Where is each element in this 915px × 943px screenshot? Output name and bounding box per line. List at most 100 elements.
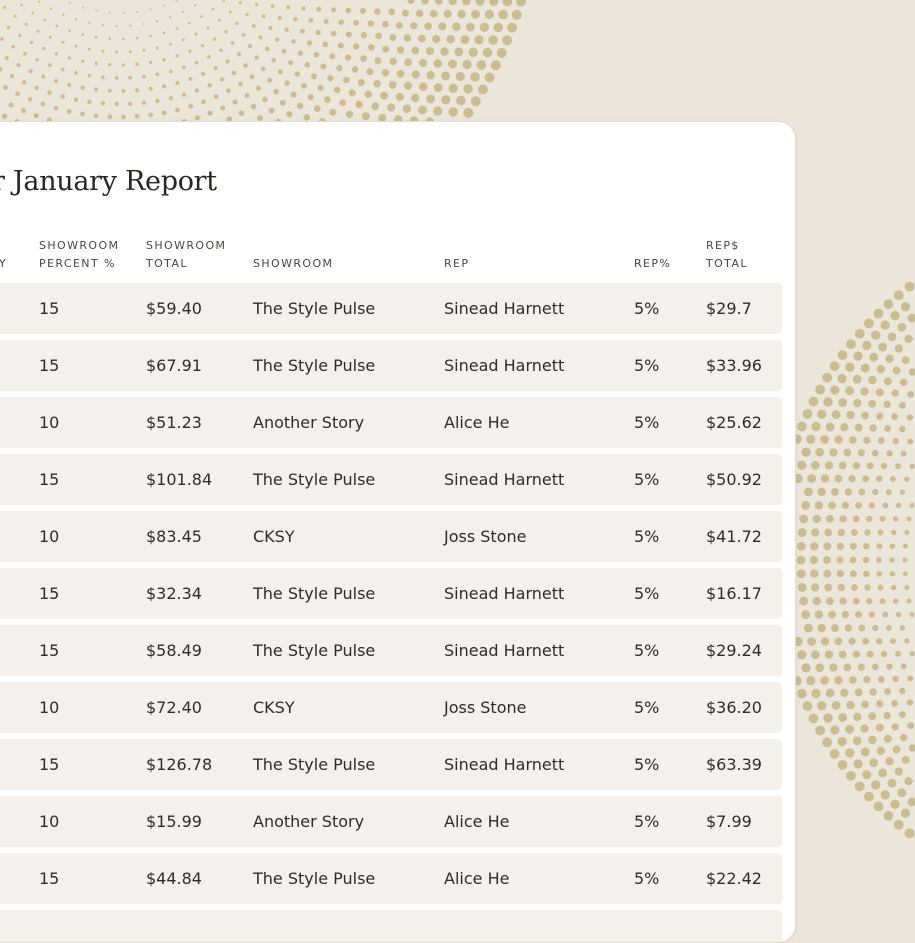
- background-dot: [93, 113, 99, 119]
- table-row[interactable]: 15 $126.78 The Style Pulse Sinead Harnet…: [0, 739, 782, 790]
- background-dot: [303, 113, 311, 121]
- table-row[interactable]: 10 $72.40 CKSY Joss Stone 5% $36.20: [0, 682, 782, 733]
- background-dot: [849, 556, 857, 564]
- background-dot: [799, 596, 809, 606]
- background-dot: [862, 340, 872, 351]
- background-dot: [333, 86, 341, 94]
- cell-rep-total: $22.42: [706, 869, 762, 888]
- background-dot: [897, 322, 907, 332]
- background-dot: [250, 103, 257, 110]
- table-row[interactable]: 10 $15.99 Another Story Alice He 5% $7.9…: [0, 796, 782, 847]
- background-dot: [448, 0, 457, 6]
- background-dot: [343, 76, 350, 84]
- background-dot: [880, 320, 890, 330]
- cell-showroom: Another Story: [253, 413, 365, 432]
- background-dot: [883, 377, 892, 386]
- background-dot: [388, 81, 397, 89]
- background-dot: [854, 688, 863, 697]
- background-dot: [323, 18, 329, 24]
- cell-rep-total: $29.24: [706, 641, 762, 660]
- background-dot: [479, 22, 490, 32]
- background-dot: [55, 24, 59, 28]
- background-dot: [493, 22, 504, 33]
- background-dot: [188, 103, 194, 109]
- background-dot: [9, 73, 15, 79]
- background-dot: [845, 386, 855, 396]
- cell-rep-percent: 5%: [634, 869, 660, 888]
- background-dot: [886, 450, 893, 457]
- background-dot: [476, 60, 487, 70]
- background-dot: [836, 556, 844, 564]
- table-row[interactable]: 10 $51.23 Another Story Alice He 5% $25.…: [0, 397, 782, 448]
- column-header-rep-total: REP$ TOTAL: [706, 237, 748, 273]
- background-dot: [882, 611, 889, 618]
- background-dot: [843, 663, 852, 672]
- background-dot: [359, 8, 366, 14]
- table-row[interactable]: 15 $101.84 The Style Pulse Sinead Harnet…: [0, 454, 782, 505]
- background-dot: [410, 22, 418, 30]
- background-dot: [149, 8, 152, 11]
- background-dot: [502, 35, 513, 46]
- background-dot: [211, 7, 215, 11]
- background-dot: [858, 624, 866, 632]
- table-row[interactable]: 15 $44.84 The Style Pulse Alice He 5% $2…: [0, 853, 782, 904]
- background-dot: [900, 663, 907, 670]
- background-dot: [387, 103, 396, 112]
- background-dot: [217, 18, 221, 22]
- background-dot: [261, 14, 266, 19]
- table-row-partial[interactable]: [0, 910, 782, 942]
- background-dot: [48, 35, 52, 39]
- background-dot: [135, 88, 140, 93]
- background-dot: [864, 529, 871, 536]
- background-dot: [127, 101, 133, 107]
- background-dot: [31, 11, 34, 15]
- background-dot: [367, 20, 374, 27]
- background-dot: [904, 777, 913, 786]
- background-dot: [373, 80, 381, 88]
- background-dot: [869, 758, 879, 768]
- background-dot: [894, 767, 903, 776]
- cell-showroom-percent: 15: [39, 641, 60, 660]
- table-row[interactable]: 15 $67.91 The Style Pulse Sinead Harnett…: [0, 340, 782, 391]
- background-dot: [228, 10, 232, 14]
- background-dot: [330, 30, 337, 37]
- background-dot: [162, 58, 166, 62]
- background-dot: [200, 15, 203, 18]
- table-row[interactable]: 10 $83.45 CKSY Joss Stone 5% $41.72: [0, 511, 782, 562]
- background-dot: [403, 81, 413, 90]
- background-dot: [831, 624, 839, 633]
- background-dot: [900, 302, 911, 312]
- table-row[interactable]: 15 $59.40 The Style Pulse Sinead Harnett…: [0, 283, 782, 334]
- background-dot: [94, 35, 98, 39]
- background-dot: [797, 650, 807, 660]
- background-dot: [839, 597, 847, 605]
- table-row[interactable]: 15 $58.49 The Style Pulse Sinead Harnett…: [0, 625, 782, 676]
- background-dot: [21, 80, 27, 85]
- background-dot: [904, 281, 915, 292]
- background-dot: [820, 637, 830, 646]
- cell-rep-total: $33.96: [706, 356, 762, 375]
- background-dot: [796, 421, 807, 432]
- background-dot: [834, 435, 843, 444]
- background-dot: [135, 62, 139, 66]
- background-dot: [74, 71, 78, 75]
- cell-rep-percent: 5%: [634, 584, 660, 603]
- background-dot: [88, 21, 91, 24]
- background-dot: [344, 54, 352, 61]
- background-dot: [388, 8, 396, 16]
- background-dot: [862, 556, 870, 564]
- background-dot: [904, 828, 915, 839]
- background-dot: [869, 352, 879, 362]
- background-dot: [23, 51, 27, 56]
- background-dot: [860, 363, 870, 373]
- background-dot: [817, 409, 827, 419]
- background-dot: [291, 38, 296, 44]
- background-dot: [823, 556, 831, 564]
- table-row[interactable]: 15 $32.34 The Style Pulse Sinead Harnett…: [0, 568, 782, 619]
- background-dot: [389, 57, 397, 66]
- background-dot: [516, 0, 526, 7]
- column-header-showroom: SHOWROOM: [253, 255, 333, 273]
- background-dot: [803, 623, 813, 633]
- cell-rep-total: $16.17: [706, 584, 762, 603]
- background-dot: [817, 623, 826, 633]
